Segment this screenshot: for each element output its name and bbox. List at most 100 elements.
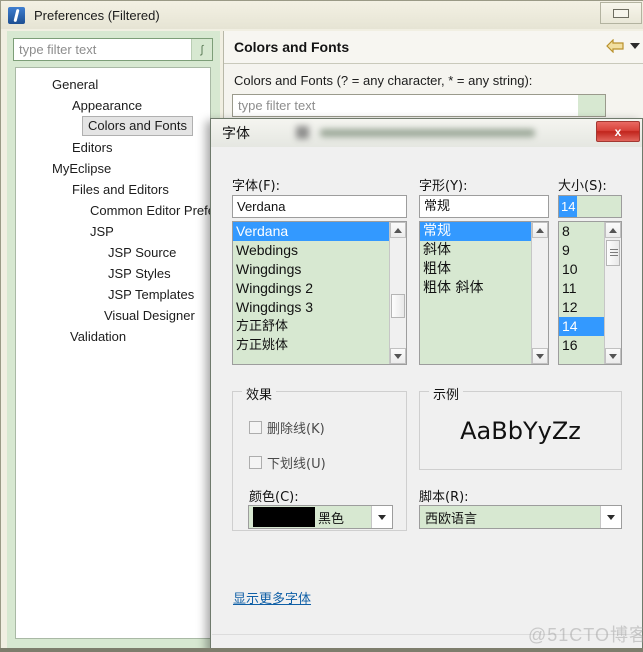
color-label: 颜色(C):: [249, 490, 299, 505]
tree-row[interactable]: JSP: [16, 221, 210, 242]
size-option-10[interactable]: 10: [559, 260, 604, 279]
font-option-wingdings-3[interactable]: Wingdings 3: [233, 298, 389, 317]
content-header: Colors and Fonts: [224, 31, 643, 64]
search-input-placeholder: type filter text: [19, 42, 97, 57]
search-input[interactable]: type filter text ∫: [13, 38, 213, 61]
filter-pane: type filter text ∫ General Appearance Co…: [7, 31, 220, 649]
font-size-input-value: 14: [559, 196, 578, 217]
font-size-options: 8 9 10 11 12 14 16: [559, 222, 604, 364]
underline-checkbox[interactable]: [249, 456, 262, 469]
scroll-up-icon[interactable]: [532, 222, 548, 238]
show-more-fonts-link[interactable]: 显示更多字体: [233, 588, 311, 607]
strikeout-checkbox[interactable]: [249, 421, 262, 434]
watermark: @51CTO博客: [528, 625, 643, 645]
tree-item-myeclipse[interactable]: MyEclipse: [48, 161, 111, 176]
header-nav: [606, 39, 640, 53]
font-size-listbox[interactable]: 8 9 10 11 12 14 16: [558, 221, 622, 365]
tree-item-common-editor-preferences[interactable]: Common Editor Prefer: [86, 203, 210, 218]
font-family-scrollbar[interactable]: [389, 222, 406, 364]
size-option-16[interactable]: 16: [559, 336, 604, 355]
font-family-listbox[interactable]: Verdana Webdings Wingdings Wingdings 2 W…: [232, 221, 407, 365]
filter-accent-swatch: [578, 95, 605, 116]
effects-group: 效果 删除线(K) 下划线(U) 颜色(C): 黑色: [232, 384, 407, 531]
size-option-14[interactable]: 14: [559, 317, 604, 336]
tree-item-visual-designer[interactable]: Visual Designer: [100, 308, 195, 323]
tree-row[interactable]: General: [16, 68, 210, 95]
style-option-regular[interactable]: 常规: [420, 222, 531, 241]
scrollbar-thumb[interactable]: [606, 240, 620, 266]
chevron-down-icon[interactable]: [630, 43, 640, 49]
font-option-fangzheng-shuti[interactable]: 方正舒体: [233, 317, 389, 336]
scroll-down-icon[interactable]: [605, 348, 621, 364]
sample-preview-text: AaBbYyZz: [460, 416, 581, 445]
effects-group-label: 效果: [242, 384, 277, 403]
size-option-9[interactable]: 9: [559, 241, 604, 260]
tree-item-jsp-source[interactable]: JSP Source: [104, 245, 176, 260]
font-option-webdings[interactable]: Webdings: [233, 241, 389, 260]
eclipse-icon: [8, 6, 25, 24]
tree-item-appearance[interactable]: Appearance: [68, 98, 142, 113]
font-option-wingdings-2[interactable]: Wingdings 2: [233, 279, 389, 298]
tree-row[interactable]: JSP Templates: [16, 284, 210, 305]
scroll-down-icon[interactable]: [390, 348, 406, 364]
tree-row[interactable]: Files and Editors: [16, 179, 210, 200]
font-style-input[interactable]: 常规: [419, 195, 549, 218]
font-size-label: 大小(S):: [558, 179, 607, 194]
tree-item-jsp-styles[interactable]: JSP Styles: [104, 266, 171, 281]
tree-row[interactable]: MyEclipse: [16, 158, 210, 179]
script-combobox[interactable]: 西欧语言: [419, 505, 622, 529]
font-style-scrollbar[interactable]: [531, 222, 548, 364]
size-option-12[interactable]: 12: [559, 298, 604, 317]
tree-item-jsp[interactable]: JSP: [86, 224, 114, 239]
tree-row[interactable]: JSP Source: [16, 242, 210, 263]
font-option-wingdings[interactable]: Wingdings: [233, 260, 389, 279]
font-dialog: 字体 x 字体(F): 字形(Y): 大小(S): Verdana 常规 14 …: [210, 118, 643, 652]
color-value: 黑色: [318, 511, 345, 527]
tree-item-colors-and-fonts[interactable]: Colors and Fonts: [82, 116, 193, 136]
scroll-up-icon[interactable]: [605, 222, 621, 238]
underline-checkbox-row[interactable]: 下划线(U): [249, 453, 326, 472]
preferences-tree[interactable]: General Appearance Colors and Fonts Edit…: [15, 67, 211, 639]
tree-item-validation[interactable]: Validation: [66, 329, 126, 344]
sample-group: 示例 AaBbYyZz: [419, 384, 622, 470]
scroll-up-icon[interactable]: [390, 222, 406, 238]
back-arrow-icon[interactable]: [606, 39, 624, 53]
content-filter-placeholder: type filter text: [238, 98, 316, 113]
color-combobox[interactable]: 黑色: [248, 505, 393, 529]
tree-row[interactable]: JSP Styles: [16, 263, 210, 284]
font-family-input[interactable]: Verdana: [232, 195, 407, 218]
font-size-scrollbar[interactable]: [604, 222, 621, 364]
size-option-11[interactable]: 11: [559, 279, 604, 298]
font-option-fangzheng-yaoti[interactable]: 方正姚体: [233, 336, 389, 355]
font-size-input[interactable]: 14: [558, 195, 622, 218]
tree-item-general[interactable]: General: [48, 77, 98, 92]
size-option-8[interactable]: 8: [559, 222, 604, 241]
strikeout-checkbox-row[interactable]: 删除线(K): [249, 418, 325, 437]
scroll-down-icon[interactable]: [532, 348, 548, 364]
window-title: Preferences (Filtered): [34, 7, 160, 23]
minimize-button[interactable]: [600, 2, 642, 24]
tree-item-files-and-editors[interactable]: Files and Editors: [68, 182, 169, 197]
font-option-verdana[interactable]: Verdana: [233, 222, 389, 241]
tree-item-editors[interactable]: Editors: [68, 140, 112, 155]
tree-row[interactable]: Validation: [16, 326, 210, 347]
close-icon[interactable]: x: [596, 121, 640, 142]
tree-row[interactable]: Editors: [16, 137, 210, 158]
tree-row[interactable]: Common Editor Prefer: [16, 200, 210, 221]
style-option-bold[interactable]: 粗体: [420, 260, 531, 279]
preferences-titlebar: Preferences (Filtered): [1, 1, 643, 29]
font-style-listbox[interactable]: 常规 斜体 粗体 粗体 斜体: [419, 221, 549, 365]
tree-row[interactable]: Appearance: [16, 95, 210, 116]
tree-row[interactable]: Colors and Fonts: [16, 116, 210, 137]
tree-row[interactable]: Visual Designer: [16, 305, 210, 326]
font-dialog-titlebar: 字体 x: [211, 119, 642, 147]
content-filter-input[interactable]: type filter text: [232, 94, 606, 117]
underline-label: 下划线(U): [267, 457, 326, 472]
clear-filter-icon[interactable]: ∫: [191, 39, 212, 60]
scrollbar-thumb[interactable]: [391, 294, 405, 318]
script-combobox-arrow[interactable]: [600, 506, 621, 528]
color-combobox-arrow[interactable]: [371, 506, 392, 528]
tree-item-jsp-templates[interactable]: JSP Templates: [104, 287, 194, 302]
style-option-bold-italic[interactable]: 粗体 斜体: [420, 279, 531, 298]
style-option-italic[interactable]: 斜体: [420, 241, 531, 260]
